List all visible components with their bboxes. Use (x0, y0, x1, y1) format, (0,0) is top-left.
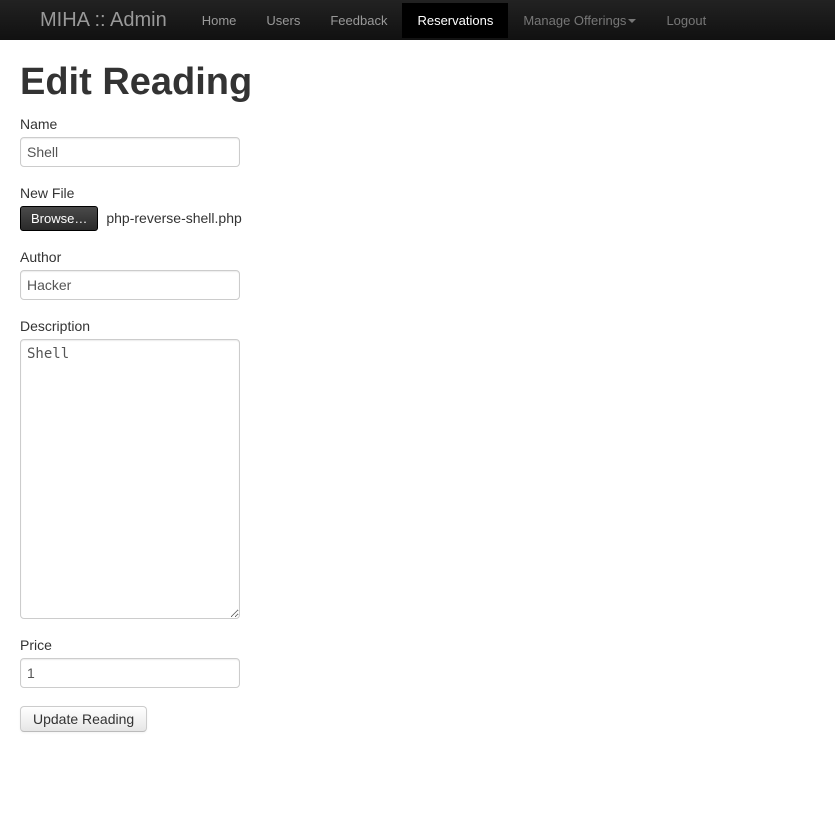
nav-item-manage-offerings[interactable]: Manage Offerings (508, 3, 651, 38)
brand-link[interactable]: MIHA :: Admin (40, 9, 187, 32)
description-label: Description (20, 318, 815, 334)
nav-item-reservations[interactable]: Reservations (402, 3, 508, 38)
name-label: Name (20, 116, 815, 132)
nav-item-home[interactable]: Home (187, 3, 252, 38)
nav-label-manage-offerings: Manage Offerings (523, 13, 626, 28)
nav-link-manage-offerings[interactable]: Manage Offerings (508, 3, 651, 38)
price-label: Price (20, 637, 815, 653)
price-input[interactable] (20, 658, 240, 688)
description-textarea[interactable]: Shell (20, 339, 240, 619)
nav-item-logout[interactable]: Logout (651, 3, 721, 38)
author-label: Author (20, 249, 815, 265)
selected-filename: php-reverse-shell.php (106, 210, 241, 226)
page-title: Edit Reading (20, 60, 815, 106)
file-label: New File (20, 185, 815, 201)
update-reading-button[interactable]: Update Reading (20, 706, 147, 732)
nav-item-users[interactable]: Users (251, 3, 315, 38)
nav-link-logout[interactable]: Logout (651, 3, 721, 38)
nav-item-feedback[interactable]: Feedback (315, 3, 402, 38)
browse-button[interactable]: Browse… (20, 206, 98, 231)
nav-link-feedback[interactable]: Feedback (315, 3, 402, 38)
nav-link-home[interactable]: Home (187, 3, 252, 38)
nav-link-reservations[interactable]: Reservations (402, 3, 508, 38)
name-input[interactable] (20, 137, 240, 167)
nav-link-users[interactable]: Users (251, 3, 315, 38)
author-input[interactable] (20, 270, 240, 300)
caret-down-icon (628, 19, 636, 23)
navbar: MIHA :: Admin Home Users Feedback Reserv… (0, 0, 835, 40)
